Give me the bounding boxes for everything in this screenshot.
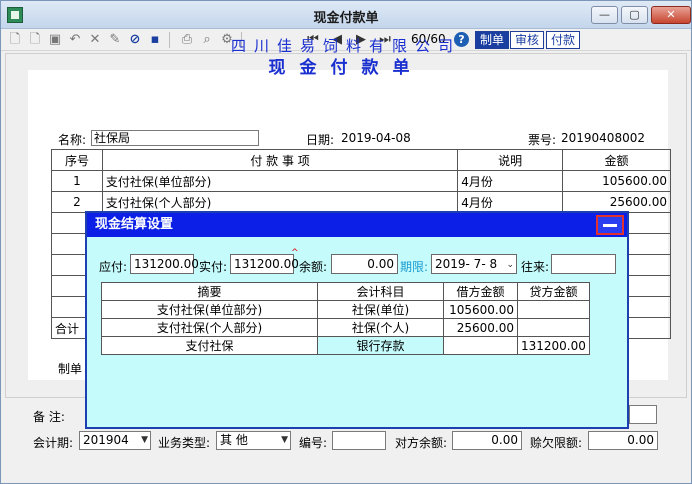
ticket-value[interactable]: 20190408002 <box>561 131 645 145</box>
chevron-down-icon: ▼ <box>281 435 288 445</box>
payable-field[interactable]: 131200.00 <box>130 254 199 274</box>
ticket-label: 票号: <box>528 133 557 147</box>
row-note[interactable]: 4月份 <box>457 191 564 213</box>
table-header-row: 序号 付 款 事 项 说明 金额 <box>51 149 671 171</box>
title-bar: 现金付款单 — ▢ ✕ <box>1 1 691 29</box>
row-seq: 1 <box>51 170 103 192</box>
required-mark: ^ <box>291 248 299 258</box>
name-field[interactable]: 社保局 <box>91 130 259 146</box>
credit-limit-label: 赊欠限额: <box>530 436 583 450</box>
number-label: 编号: <box>299 436 328 450</box>
col-debit: 借方金额 <box>443 282 518 301</box>
col-account: 会计科目 <box>317 282 444 301</box>
accounting-entries-table: 摘要 会计科目 借方金额 贷方金额 支付社保(单位部分) 社保(单位) 1056… <box>101 282 590 355</box>
table-row[interactable]: 1 支付社保(单位部分) 4月份 105600.00 <box>51 170 671 192</box>
counter-balance-field[interactable]: 0.00 <box>452 431 522 450</box>
row-note[interactable]: 4月份 <box>457 170 564 192</box>
entry-debit[interactable] <box>443 336 518 355</box>
number-field[interactable] <box>332 431 386 450</box>
col-amount: 金额 <box>562 149 671 171</box>
term-select[interactable]: 2019- 7- 8 ⌄ <box>431 254 517 274</box>
date-label: 日期: <box>306 133 335 147</box>
biz-type-select[interactable]: 其 他 ▼ <box>216 431 291 450</box>
col-item: 付 款 事 项 <box>101 149 459 171</box>
col-summary: 摘要 <box>101 282 318 301</box>
date-value[interactable]: 2019-04-08 <box>341 131 411 145</box>
col-credit: 贷方金额 <box>517 282 590 301</box>
entry-summary[interactable]: 支付社保 <box>101 336 318 355</box>
entry-credit[interactable] <box>517 300 590 319</box>
maker-label: 制单 <box>58 362 83 376</box>
contact-label: 往来: <box>521 260 550 274</box>
entry-debit[interactable]: 25600.00 <box>443 318 518 337</box>
row-seq: 2 <box>51 191 103 213</box>
row-item[interactable]: 支付社保(个人部分) <box>101 191 459 213</box>
minimize-icon[interactable] <box>596 215 624 235</box>
period-select[interactable]: 201904 ▼ <box>79 431 151 450</box>
entry-account[interactable]: 社保(单位) <box>317 300 444 319</box>
balance-label: 余额: <box>299 260 328 274</box>
remark-label: 备 注: <box>33 410 65 424</box>
app-window: 现金付款单 — ▢ ✕ 🗋 🗋 ▣ ↶ ✕ ✎ ⊘ ▪ ⎙ ⌕ ⚙ ⏮ ◀ ▶ … <box>0 0 692 484</box>
counter-balance-label: 对方余额: <box>395 436 448 450</box>
entry-account[interactable]: 社保(个人) <box>317 318 444 337</box>
paid-field[interactable]: 131200.00 <box>230 254 299 274</box>
paid-label: 实付: <box>199 260 228 274</box>
table-row[interactable]: 支付社保 银行存款 131200.00 <box>101 336 590 355</box>
col-note: 说明 <box>457 149 564 171</box>
entry-credit[interactable] <box>517 318 590 337</box>
col-seq: 序号 <box>51 149 103 171</box>
entry-credit[interactable]: 131200.00 <box>517 336 590 355</box>
row-item[interactable]: 支付社保(单位部分) <box>101 170 459 192</box>
entry-summary[interactable]: 支付社保(个人部分) <box>101 318 318 337</box>
table-row[interactable]: 支付社保(个人部分) 社保(个人) 25600.00 <box>101 318 590 337</box>
name-label: 名称: <box>58 133 87 147</box>
biz-type-label: 业务类型: <box>158 436 211 450</box>
row-amount[interactable]: 105600.00 <box>562 170 671 192</box>
settlement-dialog: 现金结算设置 应付: 131200.00 实付: 131200.00 ^ 余额:… <box>85 211 629 429</box>
close-button[interactable]: ✕ <box>651 6 691 24</box>
chevron-down-icon: ⌄ <box>506 260 514 270</box>
entry-debit[interactable]: 105600.00 <box>443 300 518 319</box>
dialog-title: 现金结算设置 <box>87 213 627 237</box>
table-header-row: 摘要 会计科目 借方金额 贷方金额 <box>101 282 590 301</box>
chevron-down-icon: ▼ <box>141 435 148 445</box>
table-row[interactable]: 2 支付社保(个人部分) 4月份 25600.00 <box>51 191 671 213</box>
entry-summary[interactable]: 支付社保(单位部分) <box>101 300 318 319</box>
row-amount[interactable]: 25600.00 <box>562 191 671 213</box>
maximize-button[interactable]: ▢ <box>621 6 648 24</box>
entry-account[interactable]: 银行存款 <box>317 336 444 355</box>
period-label: 会计期: <box>33 436 74 450</box>
document-title: 现金付款单 <box>268 58 424 78</box>
table-row[interactable]: 支付社保(单位部分) 社保(单位) 105600.00 <box>101 300 590 319</box>
payable-label: 应付: <box>99 260 128 274</box>
balance-field[interactable]: 0.00 <box>331 254 398 274</box>
remark-field[interactable] <box>629 405 657 424</box>
minimize-button[interactable]: — <box>591 6 618 24</box>
credit-limit-field[interactable]: 0.00 <box>588 431 658 450</box>
window-title: 现金付款单 <box>313 11 379 26</box>
contact-field[interactable] <box>551 254 616 274</box>
term-label: 期限: <box>400 260 429 274</box>
